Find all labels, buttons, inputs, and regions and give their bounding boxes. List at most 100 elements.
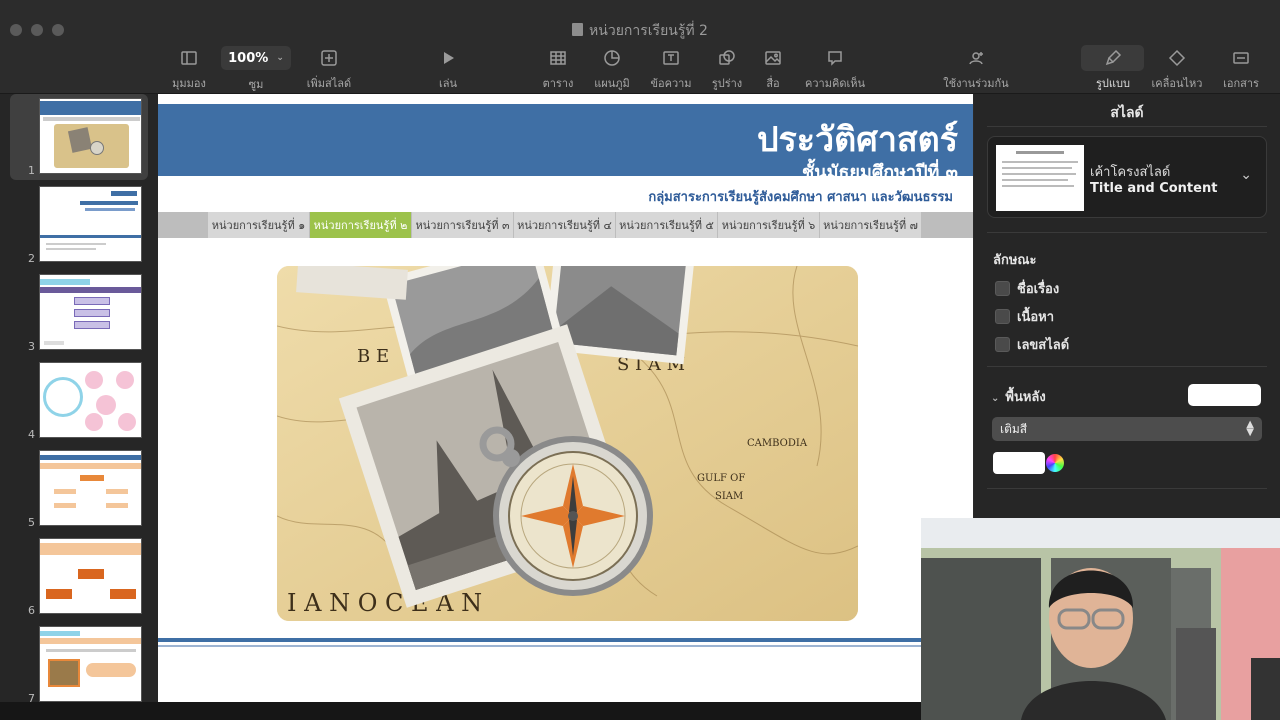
slide-number: 3 <box>28 340 35 353</box>
shape-button[interactable]: รูปร่าง <box>706 48 748 92</box>
layout-name-thai: เค้าโครงสไลด์ <box>1090 165 1171 180</box>
slide-layout-picker[interactable]: เค้าโครงสไลด์ Title and Content ⌄ <box>987 136 1267 218</box>
tab-spacer <box>158 212 208 238</box>
document-icon <box>572 23 584 36</box>
tab-unit-1[interactable]: หน่วยการเรียนรู้ที่ ๑ <box>208 212 310 238</box>
document-button[interactable]: เอกสาร <box>1218 48 1264 92</box>
zoom-value: 100% <box>228 50 269 66</box>
map-label-siam2: SIAM <box>715 491 743 502</box>
background-color-swatch[interactable] <box>1188 384 1261 406</box>
sidebar-icon <box>181 51 197 65</box>
comment-button[interactable]: ความคิดเห็น <box>800 48 870 92</box>
tab-unit-7[interactable]: หน่วยการเรียนรู้ที่ ๗ <box>820 212 922 238</box>
animate-label: เคลื่อนไหว <box>1151 77 1203 90</box>
paintbrush-icon <box>1105 49 1122 66</box>
divider <box>987 488 1267 489</box>
format-label: รูปแบบ <box>1096 77 1130 90</box>
document-label: เอกสาร <box>1223 77 1259 90</box>
slide-number: 1 <box>28 164 35 177</box>
slide-canvas[interactable]: ประวัติศาสตร์ ชั้นมัธยมศึกษาปีที่ ๓ กลุ่… <box>158 94 973 702</box>
presenter-video <box>921 518 1280 720</box>
title-checkbox-row[interactable]: ชื่อเรื่อง <box>995 278 1059 299</box>
history-map-image[interactable]: B E S I A M GULF OF SIAM CAMBODIA I A N … <box>277 266 858 621</box>
department-text[interactable]: กลุ่มสาระการเรียนรู้สังคมศึกษา ศาสนา และ… <box>648 186 953 207</box>
slide-thumbnail-3[interactable] <box>39 274 142 350</box>
document-title: หน่วยการเรียนรู้ที่ 2 <box>0 20 1280 42</box>
slide-thumbnail-7[interactable] <box>39 626 142 702</box>
document-panel-icon <box>1233 52 1249 64</box>
tab-unit-5[interactable]: หน่วยการเรียนรู้ที่ ๕ <box>616 212 718 238</box>
slide-number: 4 <box>28 428 35 441</box>
slide-number-checkbox-row[interactable]: เลขสไลด์ <box>995 334 1069 355</box>
tab-unit-2[interactable]: หน่วยการเรียนรู้ที่ ๒ <box>310 212 412 238</box>
map-label-be: B E <box>357 346 389 367</box>
diamond-icon <box>1168 49 1186 67</box>
view-button[interactable]: มุมมอง <box>167 48 211 92</box>
plus-square-icon <box>321 50 337 66</box>
layout-preview <box>996 145 1084 211</box>
table-label: ตาราง <box>542 77 574 90</box>
zoom-label: ซูม <box>248 78 264 91</box>
body-checkbox[interactable] <box>995 309 1010 324</box>
zoom-dropdown[interactable]: 100% ⌄ <box>221 46 291 70</box>
collaborate-icon <box>969 52 983 65</box>
inspector-title: สไลด์ <box>1110 105 1144 121</box>
map-label-ocean: I A N O C E A N <box>287 589 482 617</box>
slide-thumbnail-6[interactable] <box>39 538 142 614</box>
slide-thumbnail-5[interactable] <box>39 450 142 526</box>
slide-thumbnail-1[interactable] <box>39 98 142 174</box>
shape-label: รูปร่าง <box>711 77 743 90</box>
map-label-gulf: GULF OF <box>697 473 745 484</box>
unit-tabs: หน่วยการเรียนรู้ที่ ๑ หน่วยการเรียนรู้ที… <box>158 212 973 238</box>
slide-thumbnail-4[interactable] <box>39 362 142 438</box>
tab-unit-6[interactable]: หน่วยการเรียนรู้ที่ ๖ <box>718 212 820 238</box>
media-button[interactable]: สื่อ <box>758 48 788 92</box>
chart-label: แผนภูมิ <box>594 77 630 90</box>
tab-unit-3[interactable]: หน่วยการเรียนรู้ที่ ๓ <box>412 212 514 238</box>
slide-number-checkbox[interactable] <box>995 337 1010 352</box>
select-arrows-icon: ▲ ▼ <box>1246 419 1254 438</box>
text-label: ข้อความ <box>650 77 692 90</box>
fill-color-well[interactable] <box>993 452 1045 474</box>
add-slide-button[interactable]: เพิ่มสไลด์ <box>300 48 358 92</box>
fill-type-value: เติมสี <box>1000 421 1028 436</box>
title-checkbox-label: ชื่อเรื่อง <box>1017 282 1060 297</box>
play-label: เล่น <box>438 77 458 90</box>
tab-spacer <box>922 212 973 238</box>
add-slide-label: เพิ่มสไลด์ <box>306 77 352 90</box>
collaborate-label: ใช้งานร่วมกัน <box>943 77 1009 90</box>
divider <box>987 366 1267 367</box>
tab-unit-4[interactable]: หน่วยการเรียนรู้ที่ ๔ <box>514 212 616 238</box>
body-checkbox-row[interactable]: เนื้อหา <box>995 306 1054 327</box>
background-label: พื้นหลัง <box>1005 390 1046 405</box>
divider <box>987 126 1267 127</box>
slide-thumbnail-2[interactable] <box>39 186 142 262</box>
table-button[interactable]: ตาราง <box>538 48 578 92</box>
map-label-cambodia: CAMBODIA <box>747 438 808 449</box>
image-icon <box>765 51 781 65</box>
comment-label: ความคิดเห็น <box>805 77 865 90</box>
color-wheel-icon[interactable] <box>1046 454 1064 472</box>
slide-navigator: 1 2 3 4 5 6 7 <box>0 94 158 720</box>
collaborate-button[interactable]: ใช้งานร่วมกัน <box>940 48 1012 92</box>
bottom-bar <box>0 702 921 720</box>
pie-chart-icon <box>604 50 620 66</box>
play-icon <box>444 52 454 64</box>
layout-name: Title and Content <box>1090 181 1218 196</box>
format-button[interactable]: รูปแบบ <box>1087 48 1139 92</box>
slide-subtitle[interactable]: ชั้นมัธยมศึกษาปีที่ ๓ <box>802 157 958 186</box>
map-compass-illustration: B E S I A M GULF OF SIAM CAMBODIA I A N … <box>277 266 858 621</box>
table-icon <box>550 51 566 65</box>
title-checkbox[interactable] <box>995 281 1010 296</box>
play-button[interactable]: เล่น <box>430 48 466 92</box>
chart-button[interactable]: แผนภูมิ <box>589 48 635 92</box>
shape-icon <box>719 50 735 65</box>
media-label: สื่อ <box>766 77 780 90</box>
slide-number-checkbox-label: เลขสไลด์ <box>1017 338 1070 353</box>
animate-button[interactable]: เคลื่อนไหว <box>1148 48 1206 92</box>
text-box-icon <box>663 51 679 65</box>
fill-type-select[interactable]: เติมสี ▲ ▼ <box>992 417 1262 441</box>
text-button[interactable]: ข้อความ <box>647 48 695 92</box>
comment-icon <box>828 51 842 66</box>
background-section-toggle[interactable]: ⌄ พื้นหลัง <box>991 386 1046 407</box>
